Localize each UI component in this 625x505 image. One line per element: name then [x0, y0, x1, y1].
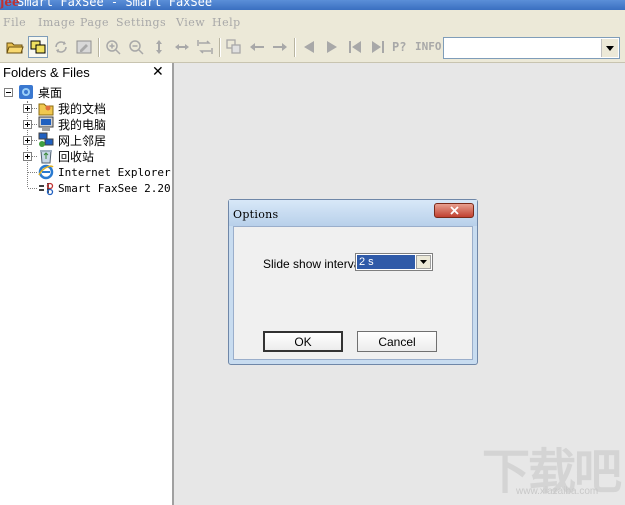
menu-settings[interactable]: Settings [116, 16, 166, 29]
dialog-title: Options [233, 208, 279, 221]
copy-pages-icon[interactable] [224, 36, 244, 58]
desktop-icon [19, 85, 33, 99]
menu-bar: File Image Page Settings View Help [0, 10, 625, 34]
window-title: Smart FaxSee - Smart FaxSee [17, 0, 213, 9]
menu-page[interactable]: Page [80, 16, 109, 29]
tree-label: Internet Explorer [58, 165, 171, 179]
tree-label: Smart FaxSee 2.20 [58, 181, 171, 195]
tree-item-internet-explorer[interactable]: Internet Explorer [38, 164, 171, 180]
chevron-down-icon[interactable] [601, 39, 618, 57]
cancel-button[interactable]: Cancel [357, 331, 437, 352]
tree-item-desktop[interactable]: 桌面 [18, 84, 62, 100]
tree-item-smart-faxsee[interactable]: Smart FaxSee 2.20 [38, 180, 171, 196]
slide-interval-value: 2 s [357, 255, 415, 269]
info-icon[interactable]: INFO [415, 40, 442, 53]
slide-interval-select[interactable]: 2 s [355, 253, 433, 271]
open-folder-icon[interactable] [5, 36, 25, 58]
next-page-icon[interactable] [322, 36, 342, 58]
close-icon [449, 206, 459, 215]
menu-image[interactable]: Image [38, 16, 75, 29]
tree-label: 桌面 [38, 85, 63, 100]
recycle-bin-icon [40, 150, 52, 164]
menu-help[interactable]: Help [212, 16, 241, 29]
watermark-url: www.xiazaiba.com [516, 486, 599, 497]
menu-file[interactable]: File [3, 16, 26, 29]
arrow-right-icon[interactable] [270, 36, 290, 58]
tree-expand-toggle[interactable] [23, 120, 32, 129]
watermark: 下载吧 www.xiazaiba.com [482, 432, 622, 502]
tree-item-network-places[interactable]: 网上邻居 [38, 132, 106, 148]
page-select[interactable] [443, 37, 620, 59]
panel-header: Folders & Files ✕ [0, 63, 172, 83]
tree-collapse-toggle[interactable] [4, 88, 13, 97]
fit-width-icon[interactable] [172, 36, 192, 58]
title-bar: jee Smart FaxSee - Smart FaxSee [0, 0, 625, 10]
prev-page-icon[interactable] [299, 36, 319, 58]
smart-faxsee-icon [38, 180, 54, 196]
options-dialog: Options Slide show interval 2 s OK Cance… [228, 199, 478, 365]
panel-title: Folders & Files [3, 65, 90, 80]
tree-label: 我的电脑 [58, 117, 107, 132]
dialog-body: Slide show interval 2 s OK Cancel [233, 226, 473, 360]
tree-expand-toggle[interactable] [23, 136, 32, 145]
tree-expand-toggle[interactable] [23, 152, 32, 161]
tree-item-my-computer[interactable]: 我的电脑 [38, 116, 106, 132]
slide-interval-label: Slide show interval [263, 257, 364, 271]
tree-label: 我的文档 [58, 101, 107, 116]
tree-label: 回收站 [58, 149, 95, 164]
tree-item-my-documents[interactable]: 我的文档 [38, 100, 106, 116]
tree-item-recycle-bin[interactable]: 回收站 [38, 148, 94, 164]
first-page-icon[interactable] [345, 36, 365, 58]
my-documents-icon [38, 103, 54, 116]
network-places-icon [38, 132, 54, 147]
zoom-in-icon[interactable] [103, 36, 123, 58]
internet-explorer-icon [38, 164, 54, 180]
close-icon[interactable]: ✕ [152, 64, 164, 80]
dialog-close-button[interactable] [434, 203, 474, 218]
zoom-out-icon[interactable] [126, 36, 146, 58]
arrow-left-icon[interactable] [247, 36, 267, 58]
windows-icon[interactable] [28, 36, 48, 58]
tree-expand-toggle[interactable] [23, 104, 32, 113]
rotate-icon[interactable] [195, 36, 215, 58]
tree-label: 网上邻居 [58, 133, 107, 148]
folders-panel: Folders & Files ✕ 桌面 我的文档 我的电脑 网上邻居 回收站 … [0, 63, 174, 505]
menu-view[interactable]: View [176, 16, 205, 29]
dialog-title-bar: Options [229, 200, 477, 226]
last-page-icon[interactable] [368, 36, 388, 58]
ok-button[interactable]: OK [263, 331, 343, 352]
fit-height-icon[interactable] [149, 36, 169, 58]
help-icon[interactable]: P? [392, 40, 406, 54]
my-computer-icon [38, 116, 54, 131]
chevron-down-icon[interactable] [416, 255, 431, 269]
refresh-icon[interactable] [51, 36, 71, 58]
edit-image-icon[interactable] [74, 36, 94, 58]
